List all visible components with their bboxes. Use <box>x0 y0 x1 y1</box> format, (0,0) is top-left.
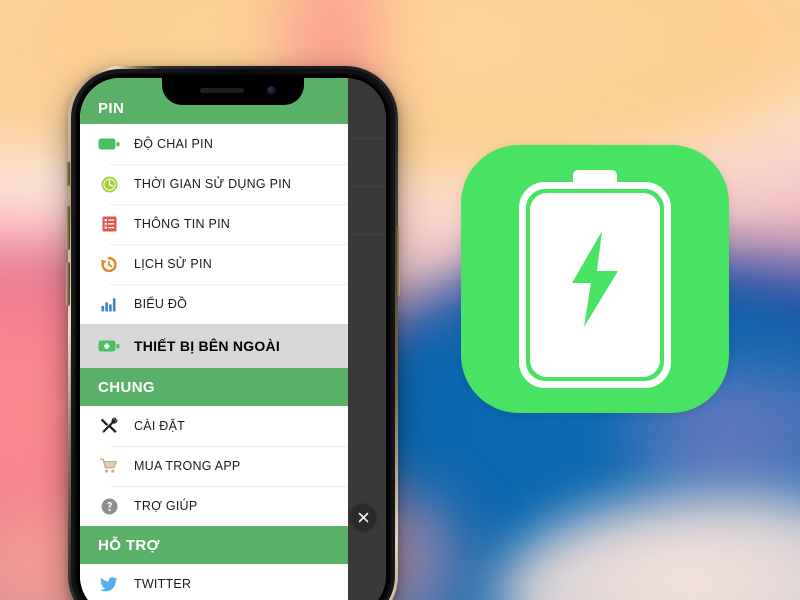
iphone-x-mockup: 1. PINĐỘ CHAI PINTHỜI GIAN SỬ DỤNG PINTH… <box>66 66 400 600</box>
tools-icon <box>96 416 122 436</box>
menu-item-list-info[interactable]: THÔNG TIN PIN <box>80 204 348 244</box>
menu-item-bar-chart[interactable]: BIỂU ĐỒ <box>80 284 348 324</box>
volume-up-button[interactable] <box>66 206 70 250</box>
help-circle-icon <box>96 496 122 516</box>
section-header-hỗ-trợ: HỖ TRỢ <box>80 526 348 564</box>
menu-item-twitter-bird[interactable]: TWITTER <box>80 564 348 600</box>
menu-item-timer[interactable]: THỜI GIAN SỬ DỤNG PIN <box>80 164 348 204</box>
list-info-icon <box>96 214 122 234</box>
menu-item-label: THIẾT BỊ BÊN NGOÀI <box>134 338 281 354</box>
menu-item-label: BIỂU ĐỒ <box>134 297 188 311</box>
battery-plus-icon <box>96 336 122 356</box>
menu-item-help-circle[interactable]: TRỢ GIÚP <box>80 486 348 526</box>
menu-item-label: LỊCH SỬ PIN <box>134 257 213 271</box>
battery-app-icon[interactable] <box>461 145 729 413</box>
phone-screen[interactable]: 1. PINĐỘ CHAI PINTHỜI GIAN SỬ DỤNG PINTH… <box>80 78 386 600</box>
section-header-chung: CHUNG <box>80 368 348 406</box>
battery-with-bolt-icon <box>519 170 671 388</box>
battery-icon <box>96 134 122 154</box>
menu-item-label: THÔNG TIN PIN <box>134 217 231 231</box>
phone-notch <box>162 78 304 105</box>
history-clock-icon <box>96 254 122 274</box>
earpiece-speaker <box>200 88 244 93</box>
front-camera <box>267 86 276 95</box>
twitter-bird-icon <box>96 574 122 594</box>
menu-item-label: TWITTER <box>134 577 192 591</box>
drawer-scroll-area[interactable]: PIN ĐỘ CHAI PIN THỜI GIAN SỬ DỤNG PIN THÔNG… <box>80 78 348 600</box>
menu-item-label: THỜI GIAN SỬ DỤNG PIN <box>134 177 292 191</box>
menu-item-label: ĐỘ CHAI PIN <box>134 137 214 151</box>
menu-item-battery-plus[interactable]: THIẾT BỊ BÊN NGOÀI <box>80 324 348 368</box>
menu-item-shopping-cart[interactable]: MUA TRONG APP <box>80 446 348 486</box>
timer-icon <box>96 174 122 194</box>
bar-chart-icon <box>96 294 122 314</box>
menu-item-tools[interactable]: CÀI ĐẶT <box>80 406 348 446</box>
lightning-bolt-icon <box>572 231 618 327</box>
power-button[interactable] <box>396 226 400 296</box>
menu-item-battery[interactable]: ĐỘ CHAI PIN <box>80 124 348 164</box>
close-overlay-button[interactable] <box>350 504 376 530</box>
menu-item-label: MUA TRONG APP <box>134 459 241 473</box>
volume-down-button[interactable] <box>66 262 70 306</box>
shopping-cart-icon <box>96 456 122 476</box>
menu-item-label: CÀI ĐẶT <box>134 419 186 433</box>
side-drawer-menu[interactable]: PIN ĐỘ CHAI PIN THỜI GIAN SỬ DỤNG PIN THÔNG… <box>80 78 348 600</box>
menu-item-label: TRỢ GIÚP <box>134 499 198 513</box>
silent-switch[interactable] <box>66 162 70 186</box>
menu-item-history-clock[interactable]: LỊCH SỬ PIN <box>80 244 348 284</box>
close-x-icon <box>358 512 368 522</box>
